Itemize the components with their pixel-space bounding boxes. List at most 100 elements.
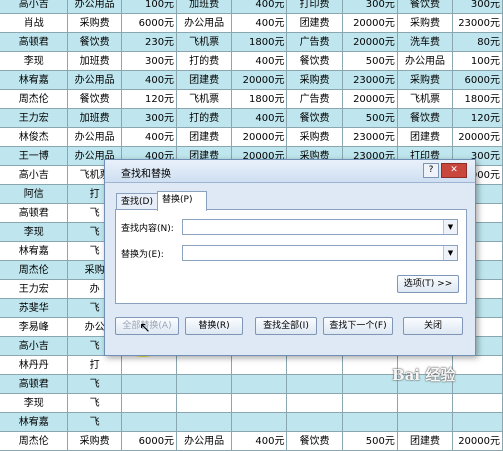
table-cell[interactable] <box>121 394 178 413</box>
table-cell[interactable]: 王力宏 <box>0 109 69 128</box>
table-cell[interactable]: 20000元 <box>342 90 398 109</box>
table-cell[interactable]: 20000元 <box>232 128 288 147</box>
table-cell[interactable] <box>121 356 178 375</box>
table-cell[interactable]: 王力宏 <box>0 280 69 299</box>
table-cell[interactable]: 300元 <box>342 0 398 14</box>
table-cell[interactable]: 团建费 <box>397 432 454 451</box>
table-cell[interactable] <box>121 375 178 394</box>
table-cell[interactable]: 飞 <box>68 413 122 432</box>
table-cell[interactable]: 120元 <box>121 90 178 109</box>
table-cell[interactable] <box>342 375 398 394</box>
close-button[interactable]: 关闭 <box>403 317 463 335</box>
table-cell[interactable] <box>232 375 288 394</box>
table-cell[interactable] <box>121 413 178 432</box>
table-cell[interactable]: 20000元 <box>342 14 398 33</box>
table-cell[interactable]: 采购费 <box>68 14 122 33</box>
find-next-button[interactable]: 查找下一个(F) <box>323 317 393 335</box>
table-cell[interactable]: 办公用品 <box>177 432 233 451</box>
table-cell[interactable]: 办公用品 <box>177 14 233 33</box>
table-cell[interactable] <box>287 356 343 375</box>
table-cell[interactable]: 飞机票 <box>177 90 233 109</box>
replace-button[interactable]: 替换(R) <box>185 317 243 335</box>
table-cell[interactable]: 80元 <box>453 33 503 52</box>
table-cell[interactable] <box>342 394 398 413</box>
table-cell[interactable] <box>177 413 233 432</box>
table-cell[interactable] <box>342 356 398 375</box>
table-cell[interactable]: 400元 <box>232 109 288 128</box>
table-cell[interactable] <box>177 375 233 394</box>
table-cell[interactable]: 飞机票 <box>397 90 454 109</box>
table-cell[interactable]: 飞 <box>68 394 122 413</box>
find-what-input[interactable]: ▼ <box>182 219 458 235</box>
replace-with-input[interactable]: ▼ <box>182 245 458 261</box>
table-cell[interactable] <box>287 413 343 432</box>
table-cell[interactable]: 苏斐华 <box>0 299 69 318</box>
chevron-down-icon[interactable]: ▼ <box>443 246 457 260</box>
table-cell[interactable]: 广告费 <box>287 90 343 109</box>
table-cell[interactable]: 打印费 <box>287 0 343 14</box>
table-cell[interactable]: 办公用品 <box>68 128 122 147</box>
table-cell[interactable]: 团建费 <box>287 14 343 33</box>
table-cell[interactable] <box>177 394 233 413</box>
table-cell[interactable]: 采购费 <box>287 128 343 147</box>
table-cell[interactable] <box>287 394 343 413</box>
table-cell[interactable]: 500元 <box>342 109 398 128</box>
table-cell[interactable]: 李易峰 <box>0 318 69 337</box>
table-cell[interactable]: 餐饮费 <box>68 33 122 52</box>
table-cell[interactable]: 采购费 <box>397 71 454 90</box>
table-cell[interactable] <box>453 356 503 375</box>
table-cell[interactable]: 400元 <box>232 432 288 451</box>
table-cell[interactable]: 高小吉 <box>0 337 69 356</box>
table-cell[interactable]: 20000元 <box>232 71 288 90</box>
table-cell[interactable]: 洗车费 <box>397 33 454 52</box>
table-cell[interactable]: 20000元 <box>453 128 503 147</box>
table-cell[interactable]: 6000元 <box>453 71 503 90</box>
table-cell[interactable]: 周杰伦 <box>0 90 69 109</box>
table-cell[interactable]: 6000元 <box>121 432 178 451</box>
find-all-button[interactable]: 查找全部(I) <box>255 317 317 335</box>
close-icon[interactable]: ✕ <box>441 163 467 178</box>
table-cell[interactable] <box>232 413 288 432</box>
table-cell[interactable]: 林宥嘉 <box>0 242 69 261</box>
table-cell[interactable] <box>342 413 398 432</box>
table-cell[interactable]: 阿信 <box>0 185 69 204</box>
table-cell[interactable] <box>232 394 288 413</box>
table-cell[interactable]: 500元 <box>342 52 398 71</box>
table-cell[interactable]: 高顿君 <box>0 375 69 394</box>
table-cell[interactable]: 400元 <box>232 14 288 33</box>
table-cell[interactable]: 加班费 <box>68 109 122 128</box>
table-cell[interactable]: 采购费 <box>287 71 343 90</box>
table-cell[interactable]: 高小吉 <box>0 0 69 14</box>
table-cell[interactable]: 林宥嘉 <box>0 413 69 432</box>
table-cell[interactable] <box>287 375 343 394</box>
table-cell[interactable]: 办公用品 <box>68 0 122 14</box>
table-cell[interactable]: 高小吉 <box>0 166 69 185</box>
table-cell[interactable]: 20000元 <box>453 432 503 451</box>
table-cell[interactable] <box>397 413 454 432</box>
table-cell[interactable]: 采购费 <box>397 14 454 33</box>
table-cell[interactable]: 餐饮费 <box>287 52 343 71</box>
table-cell[interactable]: 1800元 <box>232 90 288 109</box>
table-cell[interactable] <box>453 375 503 394</box>
table-cell[interactable]: 高顿君 <box>0 204 69 223</box>
table-cell[interactable]: 300元 <box>121 109 178 128</box>
table-cell[interactable]: 李现 <box>0 223 69 242</box>
table-cell[interactable]: 23000元 <box>342 71 398 90</box>
table-cell[interactable]: 采购费 <box>68 432 122 451</box>
table-cell[interactable]: 400元 <box>121 71 178 90</box>
table-cell[interactable]: 100元 <box>453 52 503 71</box>
table-cell[interactable]: 1800元 <box>232 33 288 52</box>
table-cell[interactable]: 餐饮费 <box>68 90 122 109</box>
table-cell[interactable]: 办公用品 <box>397 52 454 71</box>
table-cell[interactable]: 肖战 <box>0 14 69 33</box>
table-cell[interactable]: 飞机票 <box>177 33 233 52</box>
table-cell[interactable]: 打的费 <box>177 109 233 128</box>
help-button[interactable]: ? <box>423 163 439 178</box>
table-cell[interactable]: 6000元 <box>121 14 178 33</box>
table-cell[interactable]: 餐饮费 <box>397 109 454 128</box>
table-cell[interactable]: 广告费 <box>287 33 343 52</box>
table-cell[interactable]: 王一博 <box>0 147 69 166</box>
table-cell[interactable]: 1800元 <box>453 90 503 109</box>
table-cell[interactable]: 高顿君 <box>0 33 69 52</box>
table-cell[interactable]: 100元 <box>121 0 178 14</box>
